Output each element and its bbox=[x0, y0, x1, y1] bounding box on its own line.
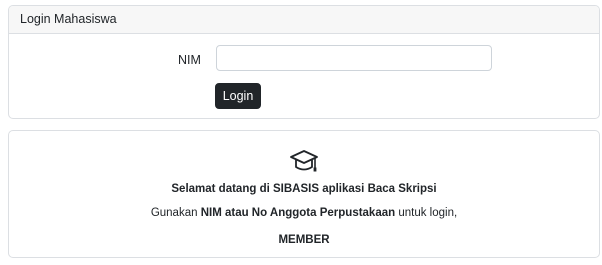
welcome-desc-bold: NIM atau No Anggota Perpustakaan bbox=[200, 207, 396, 219]
welcome-card: Selamat datang di SIBASIS aplikasi Baca … bbox=[8, 130, 600, 258]
welcome-title: Selamat datang di SIBASIS aplikasi Baca … bbox=[171, 183, 437, 195]
login-card-header: Login Mahasiswa bbox=[9, 6, 599, 34]
page: Login Mahasiswa NIM Login Selamat datang… bbox=[0, 0, 602, 265]
graduation-cap-icon bbox=[290, 150, 318, 172]
member-label: MEMBER bbox=[278, 234, 330, 246]
login-card: Login Mahasiswa NIM Login bbox=[8, 5, 600, 119]
welcome-desc-prefix: Gunakan bbox=[150, 207, 201, 219]
welcome-description: Gunakan NIM atau No Anggota Perpustakaan… bbox=[9, 207, 599, 219]
welcome-desc-suffix: untuk login, bbox=[395, 207, 458, 219]
nim-input[interactable] bbox=[216, 45, 492, 71]
nim-label: NIM bbox=[178, 53, 201, 67]
login-button[interactable]: Login bbox=[215, 83, 261, 109]
